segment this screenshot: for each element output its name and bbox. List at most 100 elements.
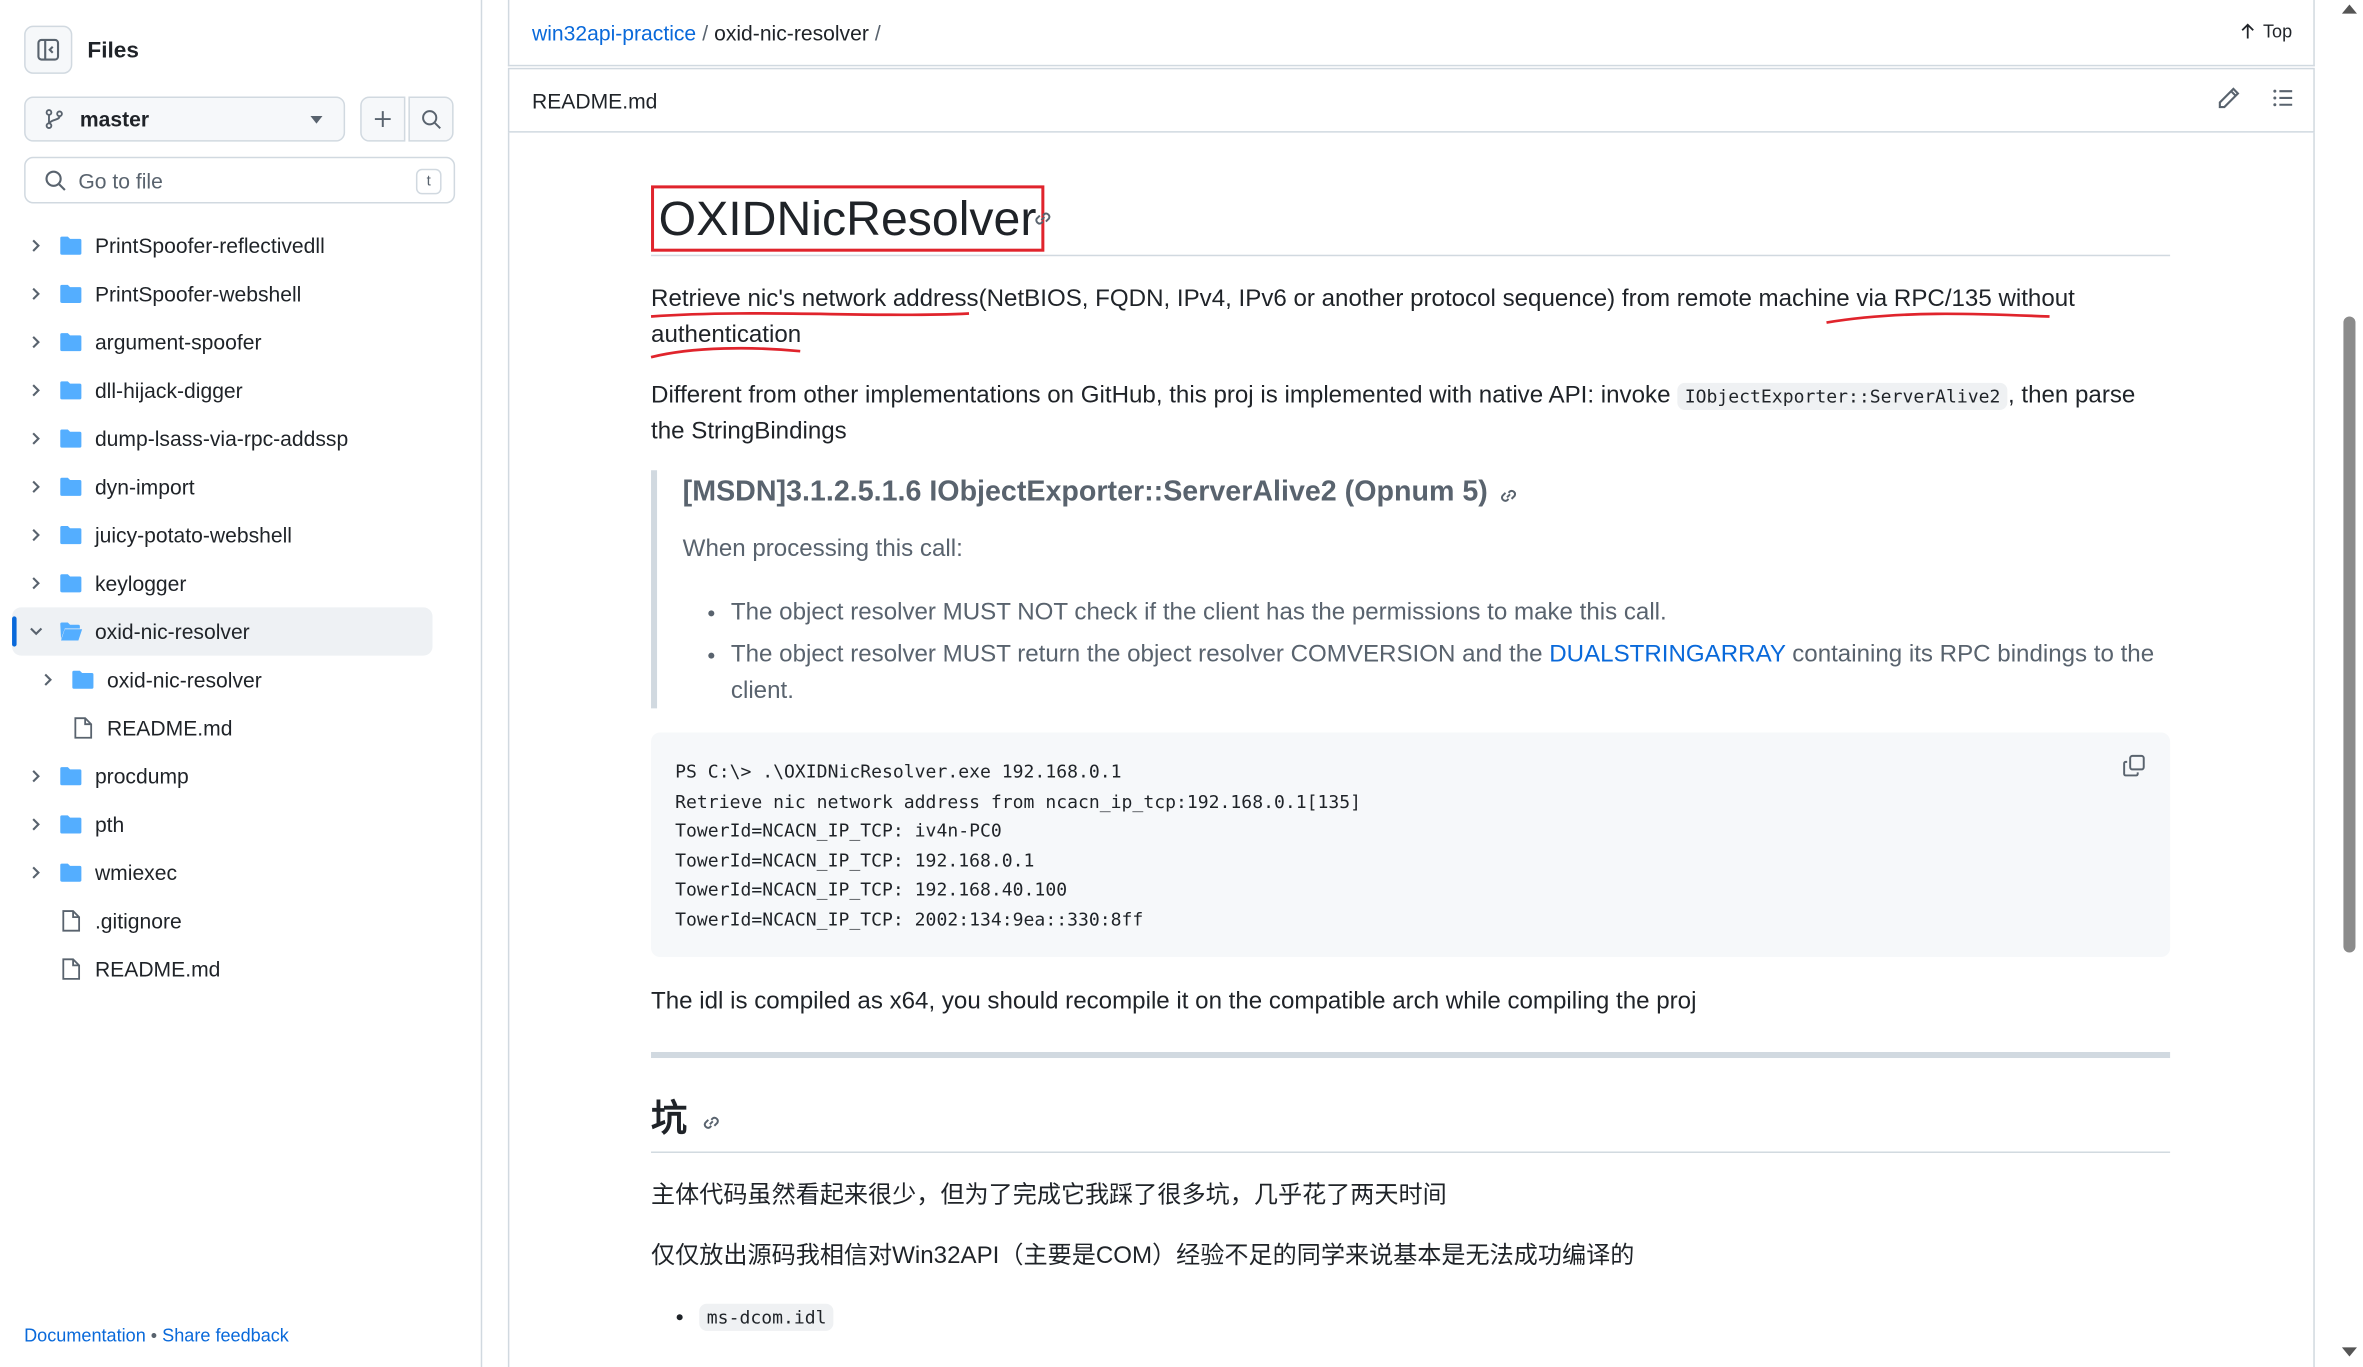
tree-item-label: dll-hijack-digger [94,378,243,403]
chevron-right-icon[interactable] [27,526,45,544]
readme-implementation-paragraph: Different from other implementations on … [651,378,2166,450]
tree-item-label: keylogger [94,571,187,596]
list-item: The object resolver MUST return the obje… [731,638,2178,710]
chevron-right-icon[interactable] [27,767,45,785]
list-item-text: The object resolver MUST return the obje… [730,642,1550,668]
top-button[interactable]: Top [2239,21,2292,42]
scroll-up-arrow[interactable] [2341,4,2357,14]
tree-folder-item[interactable]: dump-lsass-via-rpc-addssp [0,414,481,462]
list-unordered-icon [2273,89,2293,107]
tree-item-label: pth [94,812,125,837]
readme-bullet-list: ms-dcom.idl [651,1296,835,1347]
tree-folder-item[interactable]: oxid-nic-resolver [0,656,481,704]
page: Files master Go to file t PrintSpoofer-r… [0,0,2363,1367]
tree-item-label: oxid-nic-resolver [94,619,250,644]
tree-file-item[interactable]: README.md [0,704,481,752]
folder-open-icon [59,619,83,643]
chevron-right-icon[interactable] [27,381,45,399]
anchor-link-icon[interactable] [1031,206,1055,238]
collapse-sidebar-button[interactable] [24,25,73,74]
chevron-down-icon [310,116,323,124]
blockquote: [MSDN]3.1.2.5.1.6 IObjectExporter::Serve… [651,470,2164,709]
chevron-right-icon[interactable] [27,237,45,255]
file-icon [60,957,81,981]
plus-icon [374,111,391,127]
breadcrumb-separator: / [874,21,881,46]
go-to-file-input[interactable]: Go to file t [24,156,456,204]
chevron-down-icon[interactable] [27,622,45,640]
chevron-right-icon[interactable] [27,815,45,833]
dualstringarray-link[interactable]: DUALSTRINGARRAY [1549,642,1785,668]
chevron-right-icon[interactable] [27,333,45,351]
chevron-right-icon[interactable] [39,671,57,689]
vertical-scrollbar[interactable] [2335,0,2363,1367]
documentation-link[interactable]: Documentation [24,1325,146,1346]
readme-h1: OXIDNicResolver [651,185,1044,252]
folder-icon [59,812,83,836]
file-icon [60,909,81,933]
anchor-link-icon[interactable] [699,1111,723,1143]
scroll-down-arrow[interactable] [2341,1347,2357,1357]
tree-folder-item[interactable]: PrintSpoofer-reflectivedll [0,222,481,270]
breadcrumb-folder: oxid-nic-resolver [714,21,869,46]
folder-icon [59,378,83,402]
chevron-right-icon[interactable] [27,478,45,496]
tree-item-label: .gitignore [94,908,182,933]
branch-selector[interactable]: master [24,96,346,142]
file-name: README.md [531,88,658,114]
file-icon [72,716,93,740]
readme-intro-paragraph: Retrieve nic's network address(NetBIOS, … [651,286,2075,349]
tree-folder-item[interactable]: keylogger [0,559,481,607]
tree-folder-item[interactable]: pth [0,800,481,848]
readme-h2: 坑 [651,1098,688,1140]
file-tree: PrintSpoofer-reflectivedll PrintSpoofer-w… [0,222,481,994]
copy-icon [2123,754,2145,777]
search-button[interactable] [408,96,454,142]
tree-file-item[interactable]: .gitignore [0,897,481,945]
scrollbar-thumb[interactable] [2343,316,2356,953]
tree-folder-item[interactable]: dyn-import [0,463,481,511]
table-of-contents-button[interactable] [2271,86,2295,118]
blockquote-intro: When processing this call: [682,536,963,563]
anchor-link-icon[interactable] [1496,484,1520,516]
tree-folder-item[interactable]: argument-spoofer [0,318,481,366]
sidebar-header: Files [24,25,139,74]
tree-folder-item[interactable]: procdump [0,752,481,800]
canvas: Files master Go to file t PrintSpoofer-r… [0,0,2363,1367]
folder-icon [59,571,83,595]
tree-item-label: juicy-potato-webshell [94,522,292,548]
folder-icon [59,475,83,499]
chevron-right-icon[interactable] [27,285,45,303]
tree-item-label: procdump [94,764,189,789]
tree-item-label: argument-spoofer [94,330,262,355]
footer-separator: • [150,1324,158,1346]
folder-icon [59,764,83,788]
copy-button[interactable] [2122,754,2146,786]
folder-icon [59,523,83,547]
horizontal-rule [651,1052,2171,1059]
breadcrumb-repo-link[interactable]: win32api-practice [532,21,696,45]
tree-folder-item[interactable]: dll-hijack-digger [0,366,481,414]
edit-file-button[interactable] [2217,86,2241,118]
heading-divider [651,254,2171,257]
chevron-right-icon[interactable] [27,430,45,448]
folder-icon [71,668,95,692]
tree-folder-item[interactable]: PrintSpoofer-webshell [0,270,481,318]
add-file-button[interactable] [360,96,406,142]
tree-item-label: PrintSpoofer-webshell [94,281,302,306]
list-item: The object resolver MUST NOT check if th… [731,595,2178,631]
tree-folder-item[interactable]: oxid-nic-resolver [12,607,433,656]
share-feedback-link[interactable]: Share feedback [162,1325,289,1346]
chevron-right-icon[interactable] [27,864,45,882]
tree-file-item[interactable]: README.md [0,945,481,993]
folder-icon [59,234,83,258]
sidebar-collapse-icon [37,38,60,61]
breadcrumb-bar: win32api-practice / oxid-nic-resolver / Top [507,0,2315,67]
tree-folder-item[interactable]: wmiexec [0,849,481,897]
chevron-right-icon[interactable] [27,574,45,592]
code-block: PS C:\> .\OXIDNicResolver.exe 192.168.0.… [651,732,2171,958]
branch-name: master [79,107,150,132]
tree-folder-item[interactable]: juicy-potato-webshell [0,511,481,559]
tree-item-label: dump-lsass-via-rpc-addssp [94,426,349,451]
tree-item-label: README.md [106,715,233,741]
